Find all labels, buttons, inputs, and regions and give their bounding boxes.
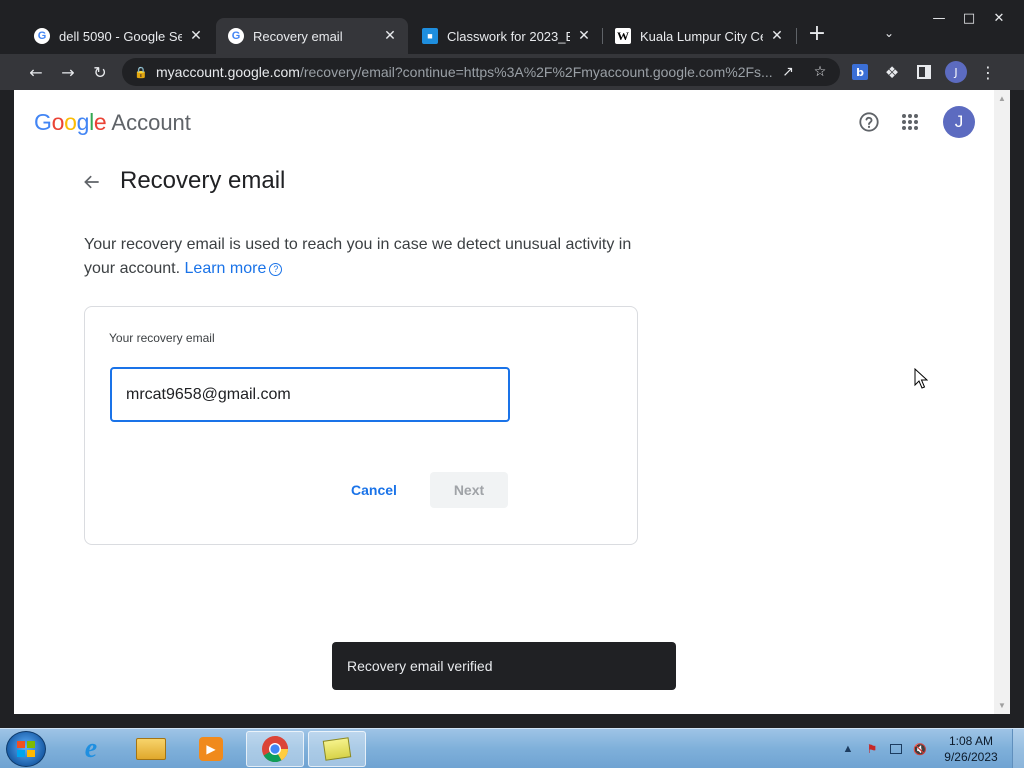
field-label: Your recovery email <box>109 331 215 345</box>
logo-account-text: Account <box>111 110 191 135</box>
apps-grid-icon[interactable] <box>898 110 922 134</box>
next-button[interactable]: Next <box>430 472 508 508</box>
taskbar-clock[interactable]: 1:08 AM 9/26/2023 <box>936 733 1006 765</box>
tab-search-chevron-icon[interactable]: ⌄ <box>884 26 894 40</box>
wikipedia-w-icon: W <box>615 28 631 44</box>
clock-date: 9/26/2023 <box>944 750 998 764</box>
url-text[interactable]: myaccount.google.com/recovery/email?cont… <box>156 64 776 80</box>
tab-wikipedia[interactable]: W Kuala Lumpur City Centre ✕ <box>603 18 795 54</box>
recovery-email-card: Your recovery email Cancel Next <box>84 306 638 545</box>
logo-letter: G <box>34 109 52 135</box>
close-icon[interactable]: ✕ <box>382 28 398 44</box>
share-icon[interactable]: ↗ <box>778 62 798 82</box>
media-player-icon[interactable]: ▶ <box>182 731 240 767</box>
close-icon[interactable]: ✕ <box>769 28 785 44</box>
volume-muted-icon[interactable]: 🔇 <box>912 741 928 757</box>
extension-b-icon[interactable]: b <box>848 60 872 84</box>
file-explorer-icon[interactable] <box>122 731 180 767</box>
mouse-cursor-icon <box>914 367 929 395</box>
recovery-email-input[interactable] <box>110 367 510 422</box>
reload-icon[interactable]: ↻ <box>88 60 112 84</box>
snackbar: Recovery email verified <box>332 642 676 690</box>
tab-title: Recovery email <box>253 28 343 44</box>
url-path: /recovery/email?continue=https%3A%2F%2Fm… <box>299 64 773 80</box>
side-panel-icon[interactable] <box>912 60 936 84</box>
google-g-icon: G <box>228 28 244 44</box>
logo-letter: o <box>51 109 65 135</box>
logo-letter: o <box>64 109 77 135</box>
maximize-icon[interactable]: □ <box>954 8 984 28</box>
tab-google-search[interactable]: G dell 5090 - Google Search ✕ <box>22 18 214 54</box>
help-circle-icon: ? <box>269 263 283 276</box>
close-icon[interactable]: ✕ <box>576 28 592 44</box>
clock-time: 1:08 AM <box>948 734 994 748</box>
logo-letter: e <box>93 109 107 135</box>
close-icon[interactable]: ✕ <box>188 28 204 44</box>
profile-avatar[interactable]: J <box>944 60 968 84</box>
description-text: Your recovery email is used to reach you… <box>84 236 632 277</box>
profile-initial: J <box>945 61 967 83</box>
tab-title: dell 5090 - Google Search <box>59 28 182 44</box>
window-controls: — □ ✕ <box>924 8 1014 28</box>
tab-title: Classwork for 2023_ENG <box>447 28 570 44</box>
scroll-down-icon[interactable]: ▼ <box>998 701 1006 710</box>
internet-explorer-icon[interactable]: e <box>62 731 120 767</box>
logo-letter: g <box>76 109 90 135</box>
tab-separator <box>796 28 797 44</box>
window-border-left <box>0 90 14 728</box>
windows-taskbar: e ▶ ▲ ⚑ 🔇 1:08 AM 9/26/2023 <box>0 728 1024 768</box>
chrome-icon[interactable] <box>246 731 304 767</box>
scroll-up-icon[interactable]: ▲ <box>998 94 1006 103</box>
classroom-icon: ■ <box>422 28 438 44</box>
cancel-button[interactable]: Cancel <box>335 472 413 508</box>
browser-toolbar: ← → ↻ 🔒 myaccount.google.com/recovery/em… <box>0 54 1024 90</box>
minimize-icon[interactable]: — <box>924 8 954 28</box>
tab-title: Kuala Lumpur City Centre <box>640 28 763 44</box>
page-viewport: Google Account J Recovery email Your rec… <box>14 90 994 714</box>
page-scrollbar[interactable]: ▲ ▼ <box>994 90 1010 714</box>
start-button-windows-icon[interactable] <box>6 731 46 767</box>
google-account-header: Google Account J <box>14 90 994 154</box>
back-arrow-icon[interactable] <box>80 170 104 194</box>
page-description: Your recovery email is used to reach you… <box>84 233 644 281</box>
tab-classwork[interactable]: ■ Classwork for 2023_ENG ✕ <box>410 18 602 54</box>
snackbar-message: Recovery email verified <box>347 658 493 674</box>
window-border-right <box>1010 90 1024 728</box>
window-border-bottom <box>0 714 1024 728</box>
address-bar[interactable]: 🔒 myaccount.google.com/recovery/email?co… <box>122 58 840 86</box>
show-hidden-icons-icon[interactable]: ▲ <box>840 741 856 757</box>
more-menu-icon[interactable]: ⋮ <box>976 60 1000 84</box>
url-host: myaccount.google.com <box>156 64 300 80</box>
tab-strip: — □ ✕ G dell 5090 - Google Search ✕ G Re… <box>0 0 1024 54</box>
new-tab-button[interactable]: + <box>806 23 828 46</box>
show-desktop-button[interactable] <box>1012 729 1024 768</box>
extensions-puzzle-icon[interactable]: ❖ <box>880 60 904 84</box>
page-title: Recovery email <box>120 167 286 194</box>
back-arrow-icon[interactable]: ← <box>24 60 48 84</box>
account-avatar[interactable]: J <box>943 106 975 138</box>
sticky-notes-icon[interactable] <box>308 731 366 767</box>
google-account-logo[interactable]: Google Account <box>34 109 191 136</box>
learn-more-link[interactable]: Learn more? <box>185 260 283 277</box>
close-window-icon[interactable]: ✕ <box>984 8 1014 28</box>
lock-icon: 🔒 <box>134 66 148 79</box>
action-center-flag-icon[interactable]: ⚑ <box>864 741 880 757</box>
bookmark-star-icon[interactable]: ☆ <box>810 62 830 82</box>
network-icon[interactable] <box>888 741 904 757</box>
system-tray: ▲ ⚑ 🔇 1:08 AM 9/26/2023 <box>840 729 1024 768</box>
forward-arrow-icon[interactable]: → <box>56 60 80 84</box>
help-icon[interactable] <box>857 110 881 134</box>
google-g-icon: G <box>34 28 50 44</box>
learn-more-text: Learn more <box>184 260 267 277</box>
tab-recovery-email[interactable]: G Recovery email ✕ <box>216 18 408 54</box>
